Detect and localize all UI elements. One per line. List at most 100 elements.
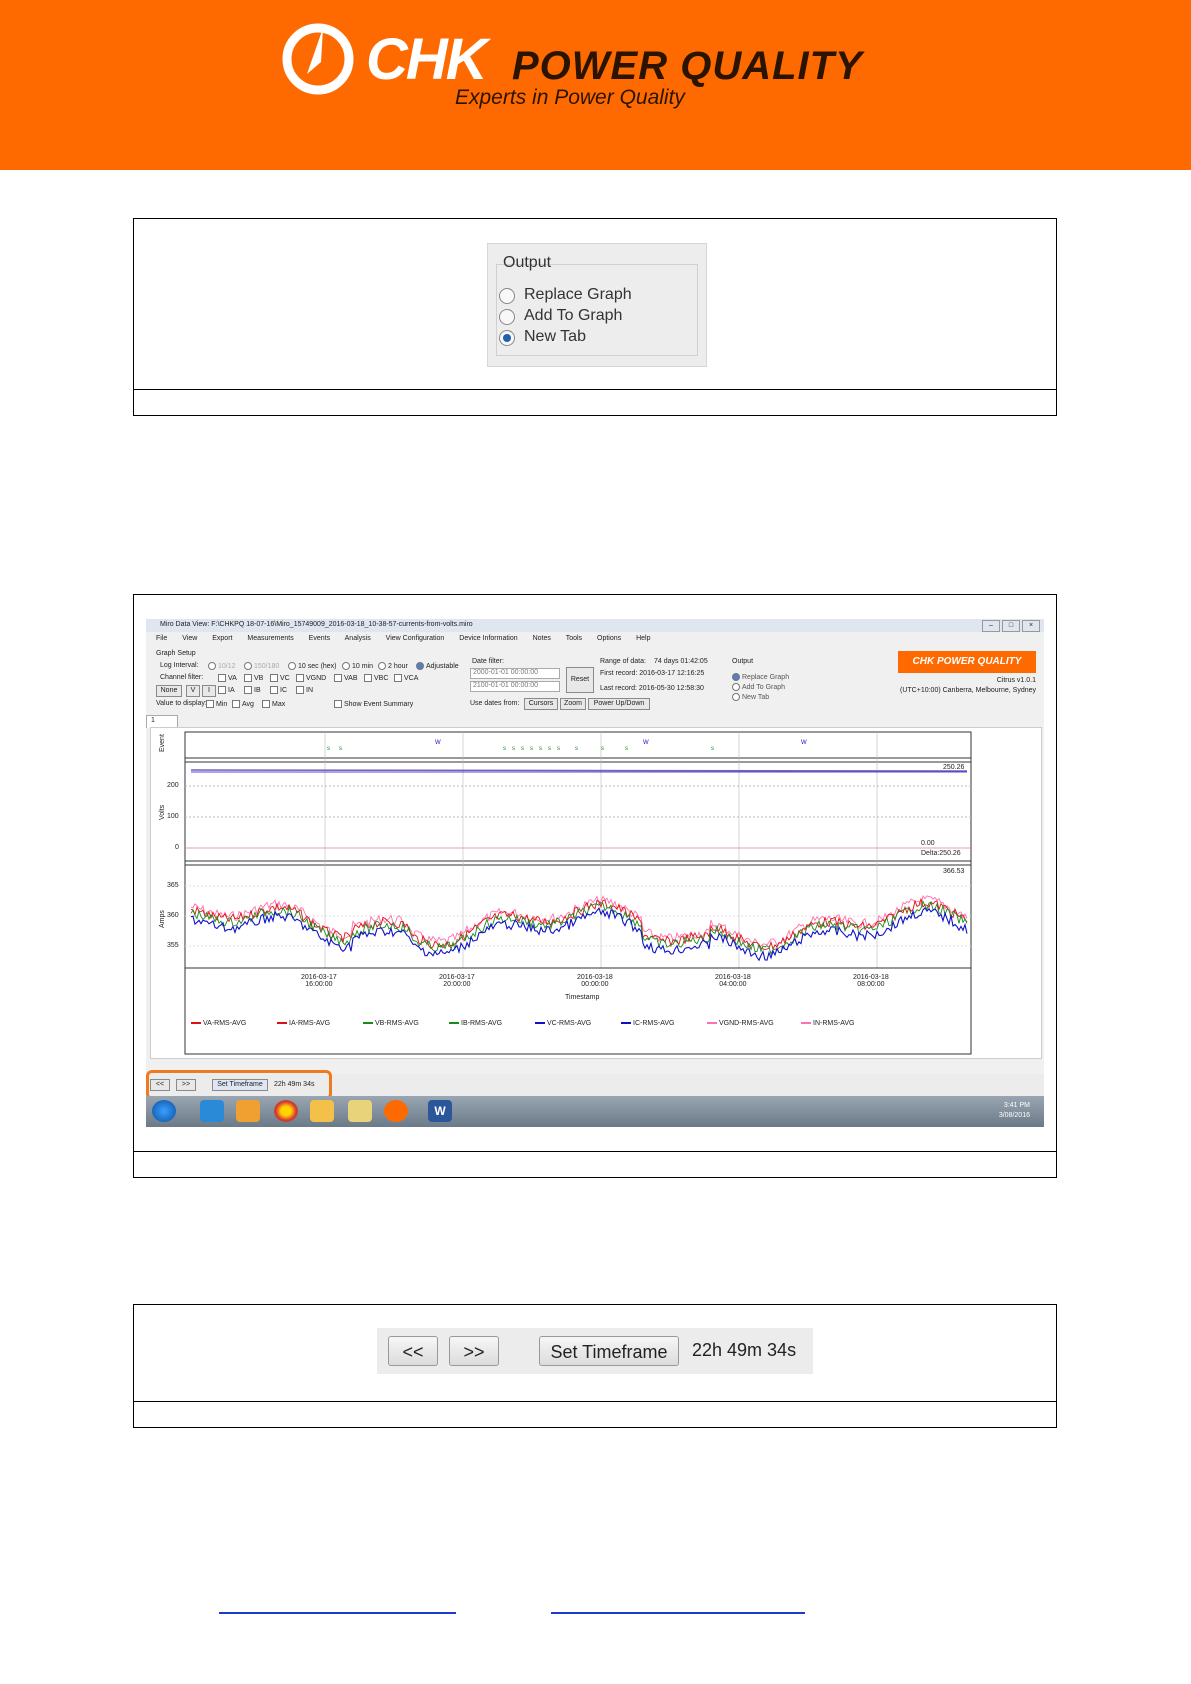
windows-taskbar: W 3:41 PM 3/08/2016 xyxy=(146,1096,1044,1127)
output-mini-newtab[interactable]: New Tab xyxy=(732,693,769,701)
media-player-icon[interactable] xyxy=(236,1100,260,1122)
menu-view[interactable]: View xyxy=(182,635,197,642)
legend-swatch xyxy=(707,1022,717,1025)
menu-file[interactable]: File xyxy=(156,635,167,642)
checkbox[interactable] xyxy=(262,700,270,708)
menu-view-configuration[interactable]: View Configuration xyxy=(386,635,445,642)
channel-va[interactable]: VA xyxy=(218,674,237,682)
file-explorer-icon[interactable] xyxy=(348,1100,372,1122)
checkbox[interactable] xyxy=(244,686,252,694)
radio-dot[interactable] xyxy=(416,662,424,670)
channel-vc[interactable]: VC xyxy=(270,674,290,682)
checkbox[interactable] xyxy=(218,674,226,682)
menu-device-information[interactable]: Device Information xyxy=(459,635,517,642)
channel-vca[interactable]: VCA xyxy=(394,674,418,682)
minimize-icon[interactable]: – xyxy=(982,620,1000,632)
value-max[interactable]: Max xyxy=(262,700,285,708)
channel-ic[interactable]: IC xyxy=(270,686,287,694)
radio-dot[interactable] xyxy=(378,662,386,670)
channel-in[interactable]: IN xyxy=(296,686,313,694)
radio-dot[interactable] xyxy=(342,662,350,670)
log-interval-option[interactable]: 10 sec (hex) xyxy=(288,662,337,670)
checkbox[interactable] xyxy=(206,700,214,708)
volts-tick: 100 xyxy=(167,813,179,820)
menu-events[interactable]: Events xyxy=(309,635,330,642)
none-button[interactable]: None xyxy=(156,685,182,697)
log-interval-option[interactable]: 10/12 xyxy=(208,662,236,670)
word-icon[interactable]: W xyxy=(428,1100,452,1122)
log-interval-option[interactable]: 150/180 xyxy=(244,662,279,670)
maximize-icon[interactable]: □ xyxy=(1002,620,1020,632)
event-marker: s xyxy=(521,746,524,752)
output-mini-add[interactable]: Add To Graph xyxy=(732,683,785,691)
readout-top: 250.26 xyxy=(943,764,965,771)
prev-timeframe-button[interactable]: << xyxy=(388,1336,438,1366)
radio-dot[interactable] xyxy=(208,662,216,670)
radio-dot[interactable] xyxy=(732,673,740,681)
checkbox[interactable] xyxy=(334,700,342,708)
reset-button[interactable]: Reset xyxy=(566,667,594,693)
menu-notes[interactable]: Notes xyxy=(533,635,551,642)
graph-plot-area[interactable]: sssssssssssssWWW Event Volts Amps 200 10… xyxy=(150,727,1042,1059)
close-icon[interactable]: × xyxy=(1022,620,1040,632)
menu-help[interactable]: Help xyxy=(636,635,650,642)
checkbox[interactable] xyxy=(364,674,372,682)
i-button[interactable]: I xyxy=(202,685,216,697)
date-from-field[interactable]: 2000-01-01 00:00:00 xyxy=(470,668,560,679)
version-label: Citrus v1.0.1 xyxy=(996,677,1036,684)
power-up-down-button[interactable]: Power Up/Down xyxy=(588,698,650,710)
value-min[interactable]: Min xyxy=(206,700,227,708)
checkbox[interactable] xyxy=(270,674,278,682)
channel-vbc[interactable]: VBC xyxy=(364,674,388,682)
channel-vb[interactable]: VB xyxy=(244,674,263,682)
menu-tools[interactable]: Tools xyxy=(566,635,582,642)
menu-options[interactable]: Options xyxy=(597,635,621,642)
folder-icon[interactable] xyxy=(310,1100,334,1122)
checkbox[interactable] xyxy=(394,674,402,682)
checkbox[interactable] xyxy=(334,674,342,682)
output-group-title: Output xyxy=(503,254,552,271)
radio-dot[interactable] xyxy=(732,683,740,691)
footer-link-2[interactable] xyxy=(551,1612,805,1614)
v-button[interactable]: V xyxy=(186,685,200,697)
figure-caption-row xyxy=(134,389,1056,415)
set-timeframe-button[interactable]: Set Timeframe xyxy=(539,1336,679,1366)
date-to-field[interactable]: 2100-01-01 00:00:00 xyxy=(470,681,560,692)
start-icon[interactable] xyxy=(152,1100,176,1122)
checkbox[interactable] xyxy=(296,686,304,694)
log-interval-option-selected[interactable]: Adjustable xyxy=(416,662,459,670)
value-avg[interactable]: Avg xyxy=(232,700,254,708)
radio-dot[interactable] xyxy=(288,662,296,670)
footer-link-1[interactable] xyxy=(219,1612,456,1614)
checkbox[interactable] xyxy=(244,674,252,682)
menu-export[interactable]: Export xyxy=(212,635,232,642)
radio-circle-selected[interactable] xyxy=(499,330,515,346)
menu-analysis[interactable]: Analysis xyxy=(345,635,371,642)
checkbox[interactable] xyxy=(232,700,240,708)
radio-circle[interactable] xyxy=(499,288,515,304)
checkbox[interactable] xyxy=(296,674,304,682)
zoom-button[interactable]: Zoom xyxy=(560,698,586,710)
output-mini-replace[interactable]: Replace Graph xyxy=(732,673,789,681)
cursors-button[interactable]: Cursors xyxy=(524,698,558,710)
radio-dot[interactable] xyxy=(732,693,740,701)
chk-mini-logo: CHK POWER QUALITY xyxy=(898,651,1036,673)
checkbox[interactable] xyxy=(270,686,278,694)
chk-app-icon[interactable] xyxy=(384,1100,408,1122)
ie-icon[interactable] xyxy=(200,1100,224,1122)
log-interval-option[interactable]: 2 hour xyxy=(378,662,408,670)
channel-vab[interactable]: VAB xyxy=(334,674,358,682)
chrome-icon[interactable] xyxy=(274,1100,298,1122)
channel-vgnd[interactable]: VGND xyxy=(296,674,326,682)
amps-axis-label: Amps xyxy=(159,910,166,928)
checkbox[interactable] xyxy=(218,686,226,694)
show-event-summary[interactable]: Show Event Summary xyxy=(334,700,413,708)
channel-ib[interactable]: IB xyxy=(244,686,261,694)
radio-dot[interactable] xyxy=(244,662,252,670)
log-interval-option[interactable]: 10 min xyxy=(342,662,373,670)
channel-ia[interactable]: IA xyxy=(218,686,235,694)
x-tick: 2016-03-18 04:00:00 xyxy=(715,974,751,988)
menu-measurements[interactable]: Measurements xyxy=(247,635,293,642)
radio-circle[interactable] xyxy=(499,309,515,325)
next-timeframe-button[interactable]: >> xyxy=(449,1336,499,1366)
